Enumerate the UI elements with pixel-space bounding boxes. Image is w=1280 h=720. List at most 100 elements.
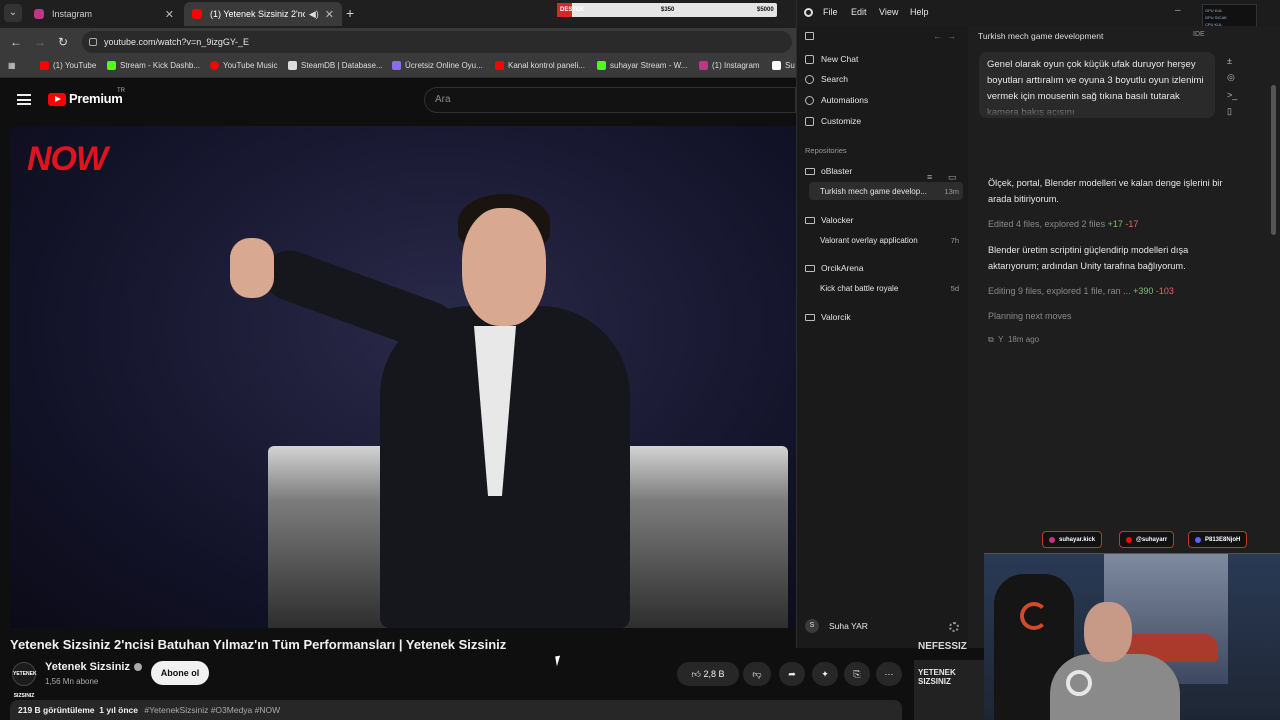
repo-orcikarena[interactable]: OrcikArena <box>805 260 864 276</box>
bookmark-instagram[interactable]: (1) Instagram <box>699 61 760 70</box>
thread-valorant-overlay[interactable]: Valorant overlay application 7h <box>809 231 963 249</box>
thread-kick-chat-battle-royale[interactable]: Kick chat battle royale 5d <box>809 279 963 297</box>
settings-gear-icon[interactable] <box>949 622 959 632</box>
bookmark-channel-dashboard[interactable]: Kanal kontrol paneli... <box>495 61 585 70</box>
more-icon: ⋯ <box>884 668 894 679</box>
folder-icon <box>805 167 815 175</box>
menu-view[interactable]: View <box>879 7 898 17</box>
menu-icon[interactable] <box>17 94 31 105</box>
tab-title: (1) Yetenek Sizsiniz 2'ncisi B <box>210 9 305 19</box>
forward-icon[interactable]: → <box>34 35 46 49</box>
file-icon[interactable]: ▯ <box>1227 106 1232 117</box>
hashtags[interactable]: #YetenekSizsiniz #O3Medya #NOW <box>144 705 280 715</box>
terminal-icon[interactable]: >_ <box>1227 90 1237 100</box>
branch-icon[interactable]: Y <box>998 335 1003 344</box>
youtube-premium-label[interactable]: Premium <box>69 91 123 106</box>
dislike-button[interactable]: 👎︎ <box>743 662 771 686</box>
avatar: S <box>805 619 819 633</box>
close-tab-icon[interactable]: ✕ <box>165 8 174 21</box>
url-field[interactable]: youtube.com/watch?v=n_9izgGY-_E <box>82 31 792 53</box>
repo-oblaster[interactable]: oBlaster <box>805 163 852 179</box>
next-video-thumbnail[interactable]: YETENEK SIZSINIZ <box>914 660 984 720</box>
reload-icon[interactable]: ↻ <box>58 35 68 49</box>
share-button[interactable]: ➦ <box>779 662 805 686</box>
chair-logo-icon <box>1020 602 1048 630</box>
site-info-icon[interactable] <box>89 38 97 46</box>
apps-grid-icon[interactable]: ▦ <box>8 61 16 70</box>
share-icon: ➦ <box>788 668 796 679</box>
sidebar-item-automations[interactable]: Automations <box>805 91 868 109</box>
globe-icon[interactable]: ◎ <box>1227 72 1235 83</box>
sidebar-item-search[interactable]: Search <box>805 70 848 88</box>
sidebar-item-customize[interactable]: Customize <box>805 112 861 130</box>
game-icon <box>392 61 401 70</box>
bookmark-youtube-music[interactable]: YouTube Music <box>210 61 278 70</box>
description-box[interactable]: 219 B görüntüleme 1 yıl önce #YetenekSiz… <box>10 700 902 720</box>
folder-icon <box>805 216 815 224</box>
repo-valocker[interactable]: Valocker <box>805 212 853 228</box>
bookmark-kick-dashboard[interactable]: Stream - Kick Dashb... <box>107 61 200 70</box>
plus-icon[interactable]: ± <box>1227 56 1232 66</box>
ide-button[interactable]: IDE <box>1193 31 1205 38</box>
assistant-response-1: Ölçek, portal, Blender modelleri ve kala… <box>988 178 1223 204</box>
more-actions-button[interactable]: ⋯ <box>876 662 902 686</box>
youtube-music-icon <box>210 61 219 70</box>
view-count: 219 B görüntüleme <box>18 705 95 715</box>
channel-name[interactable]: Yetenek Sizsiniz <box>45 661 142 673</box>
minimize-icon[interactable]: – <box>1175 5 1181 16</box>
youtube-logo-icon[interactable] <box>48 93 66 106</box>
bookmark-steamdb[interactable]: SteamDB | Database... <box>288 61 383 70</box>
new-tab-button[interactable]: + <box>346 5 354 21</box>
menu-file[interactable]: File <box>823 7 838 17</box>
thread-turkish-mech-game[interactable]: Turkish mech game develop... 13m <box>809 182 963 200</box>
repo-valorcik[interactable]: Valorcik <box>805 309 851 325</box>
speaker-icon[interactable]: ◀) <box>309 9 319 20</box>
tab-search-button[interactable]: ⌄ <box>4 4 22 22</box>
youtube-header: Premium TR Ara <box>0 78 796 122</box>
sidebar-toggle-icon[interactable] <box>805 32 814 40</box>
tab-instagram[interactable]: Instagram ✕ <box>26 2 182 26</box>
save-button[interactable]: ⎘ <box>844 662 870 686</box>
app-menu-bar: File Edit View Help – GPU KUL GPU SICAK C… <box>797 0 1280 46</box>
chat-nav-arrows-icon[interactable]: ← → <box>933 31 956 41</box>
donation-goal-bar: DESTEK $350 $5000 <box>557 3 777 17</box>
sidebar-item-new-chat[interactable]: New Chat <box>805 50 858 68</box>
bookmark-suhayar-stream[interactable]: suhayar Stream - W... <box>597 61 687 70</box>
kick-icon <box>107 61 116 70</box>
copy-icon[interactable]: ⧉ <box>988 335 994 344</box>
social-kick: suhayar.kick <box>1042 531 1103 548</box>
back-icon[interactable]: ← <box>10 35 22 49</box>
tiktok-icon <box>772 61 781 70</box>
channel-avatar[interactable]: YETENEK SIZSINIZ <box>12 662 37 699</box>
verified-badge-icon <box>133 663 142 672</box>
tab-youtube[interactable]: (1) Yetenek Sizsiniz 2'ncisi B ◀) ✕ <box>184 2 342 26</box>
discord-icon <box>1195 536 1201 543</box>
like-button[interactable]: 👍︎ 2,8 B <box>677 662 739 686</box>
menu-edit[interactable]: Edit <box>851 7 867 17</box>
chat-title: Turkish mech game development <box>978 31 1104 41</box>
bookmark-tiktok[interactable]: Su <box>772 61 795 70</box>
folder-icon <box>805 313 815 321</box>
search-input[interactable]: Ara <box>424 87 796 113</box>
social-discord: P813E8NjoH <box>1188 531 1248 548</box>
activity-summary-2[interactable]: Editing 9 files, explored 1 file, ran ..… <box>988 286 1174 296</box>
ask-ai-button[interactable]: ✦ <box>812 662 838 686</box>
page-scrollbar[interactable] <box>1271 85 1276 235</box>
bookmark-online-games[interactable]: Ücretsiz Online Oyu... <box>392 61 483 70</box>
instagram-favicon-icon <box>34 9 44 19</box>
instagram-icon <box>699 61 708 70</box>
user-profile[interactable]: S Suha YAR <box>805 619 868 633</box>
folder-icon <box>805 264 815 272</box>
youtube-icon <box>40 61 49 70</box>
bookmark-youtube[interactable]: (1) YouTube <box>40 61 96 70</box>
filter-icon[interactable]: ≡ <box>927 172 932 182</box>
activity-summary-1[interactable]: Edited 4 files, explored 2 files +17 -17 <box>988 219 1138 229</box>
video-player[interactable]: NOW <box>10 126 796 628</box>
subscribe-button[interactable]: Abone ol <box>151 661 209 685</box>
menu-help[interactable]: Help <box>910 7 929 17</box>
donation-goal: $5000 <box>757 7 774 13</box>
assistant-response-2: Blender üretim scriptini güçlendirip mod… <box>988 245 1189 271</box>
steamdb-icon <box>288 61 297 70</box>
close-tab-icon[interactable]: ✕ <box>325 8 334 21</box>
now-channel-logo: NOW <box>27 140 108 178</box>
